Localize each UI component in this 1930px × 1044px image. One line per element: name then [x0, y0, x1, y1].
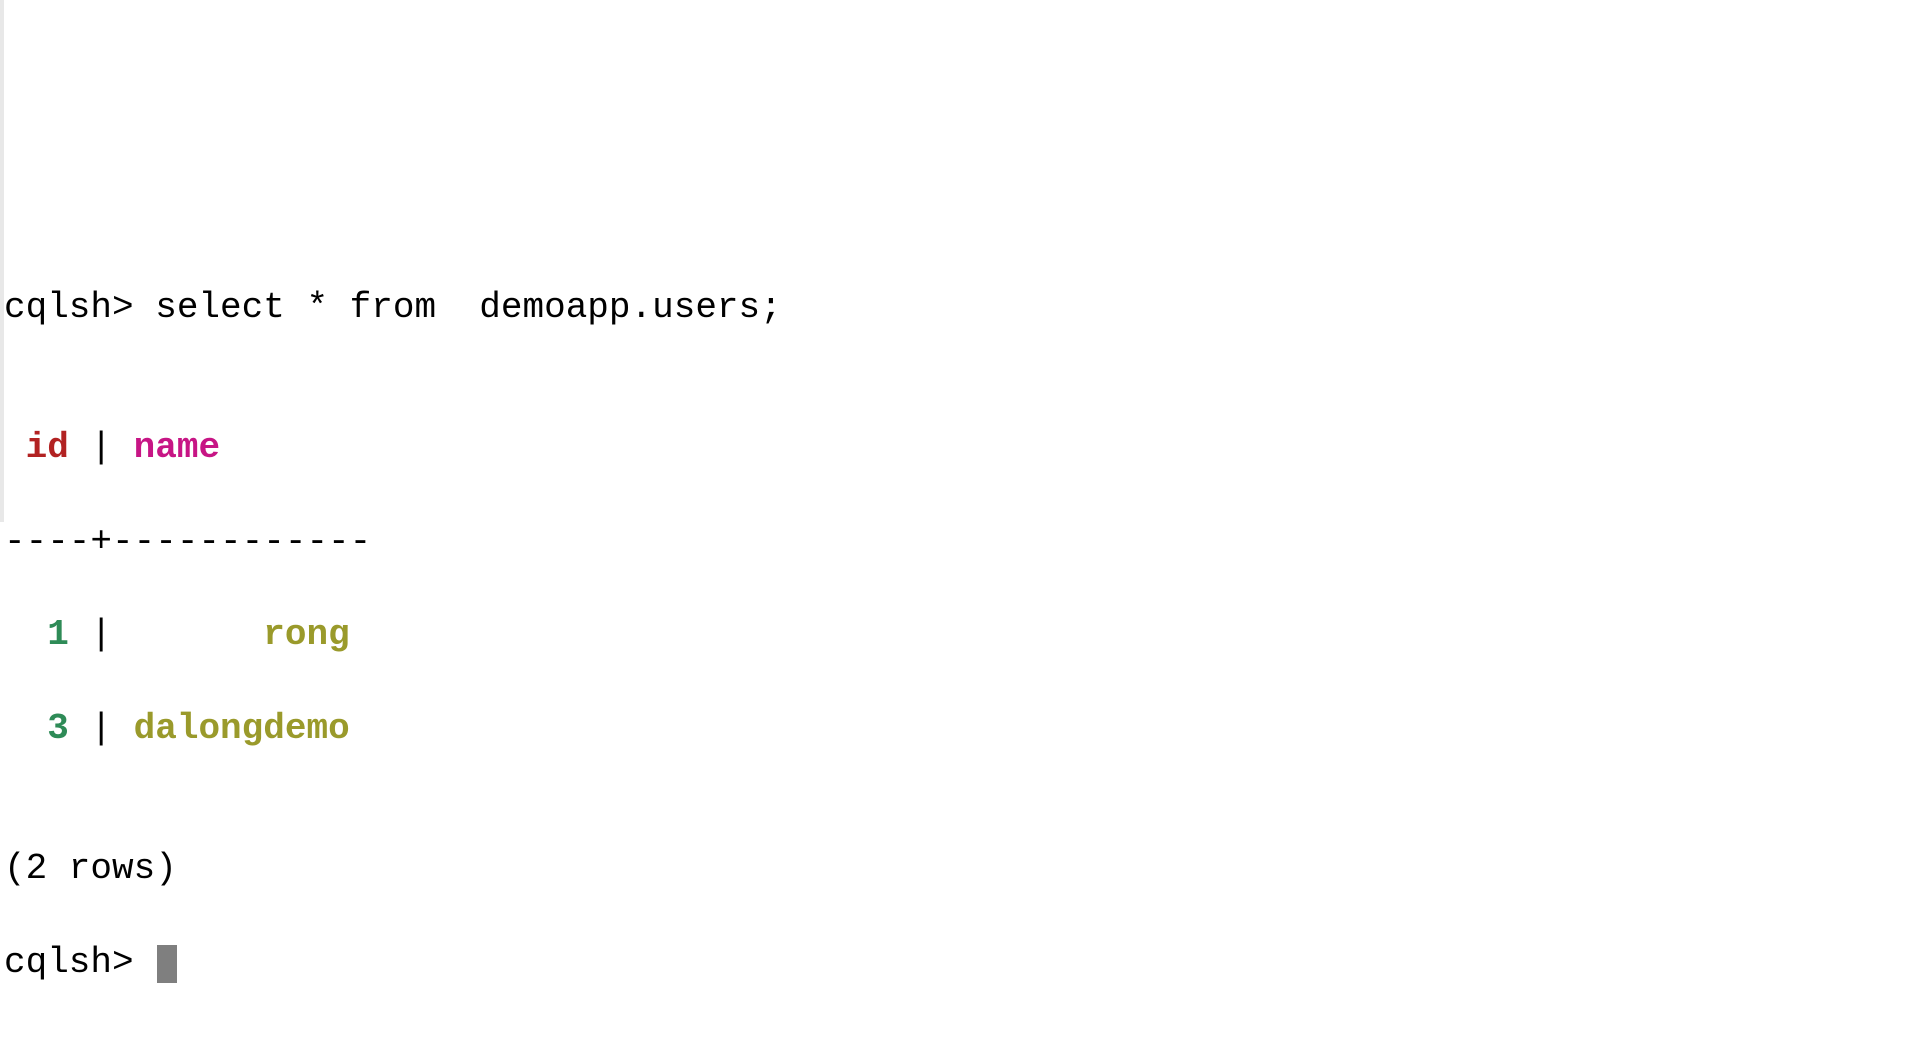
prompt: cqlsh>	[4, 287, 134, 328]
header-line: id | name	[4, 425, 1930, 472]
cursor-icon	[157, 945, 177, 983]
row-val-pad	[134, 614, 264, 655]
row-sep: |	[69, 614, 134, 655]
table-row: 3 | dalongdemo	[4, 706, 1930, 753]
rowcount-line: (2 rows)	[4, 846, 1930, 893]
row-id: 3	[47, 708, 69, 749]
query-text: select * from demoapp.users;	[134, 287, 782, 328]
query-line: cqlsh> select * from demoapp.users;	[4, 285, 1930, 332]
column-id-header: id	[26, 427, 69, 468]
row-id: 1	[47, 614, 69, 655]
column-name-header: name	[134, 427, 220, 468]
prompt-line[interactable]: cqlsh>	[4, 940, 1930, 987]
header-sep: |	[69, 427, 134, 468]
row-val: rong	[263, 614, 349, 655]
divider-line: ----+------------	[4, 519, 1930, 566]
row-id-pad	[4, 708, 47, 749]
row-id-pad	[4, 614, 47, 655]
prompt: cqlsh>	[4, 942, 155, 983]
table-row: 1 | rong	[4, 612, 1930, 659]
header-leading	[4, 427, 26, 468]
row-sep: |	[69, 708, 134, 749]
gutter	[0, 0, 4, 522]
row-val: dalongdemo	[134, 708, 350, 749]
